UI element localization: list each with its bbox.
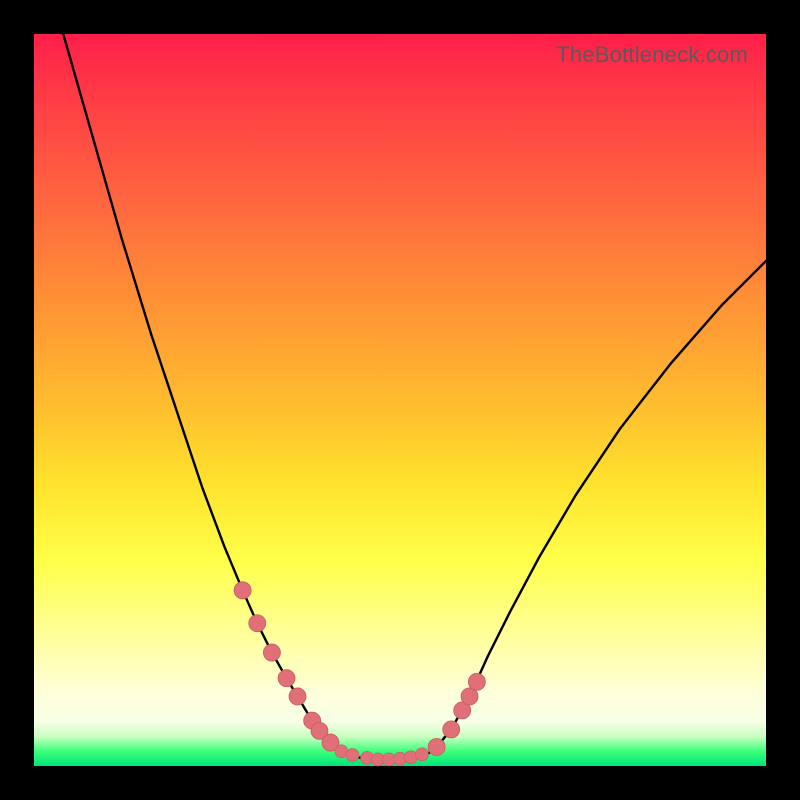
marker-point [443,721,460,738]
marker-point [346,749,359,762]
marker-point [278,670,295,687]
bottleneck-curve [63,34,766,759]
marker-point [468,673,485,690]
chart-markers [234,582,485,766]
chart-plot-area: TheBottleneck.com [34,34,766,766]
marker-point [234,582,251,599]
marker-point [428,738,445,755]
marker-point [289,688,306,705]
chart-lines [63,34,766,759]
chart-svg [34,34,766,766]
marker-point [249,615,266,632]
chart-frame: TheBottleneck.com [0,0,800,800]
marker-point [415,748,428,761]
marker-point [263,644,280,661]
